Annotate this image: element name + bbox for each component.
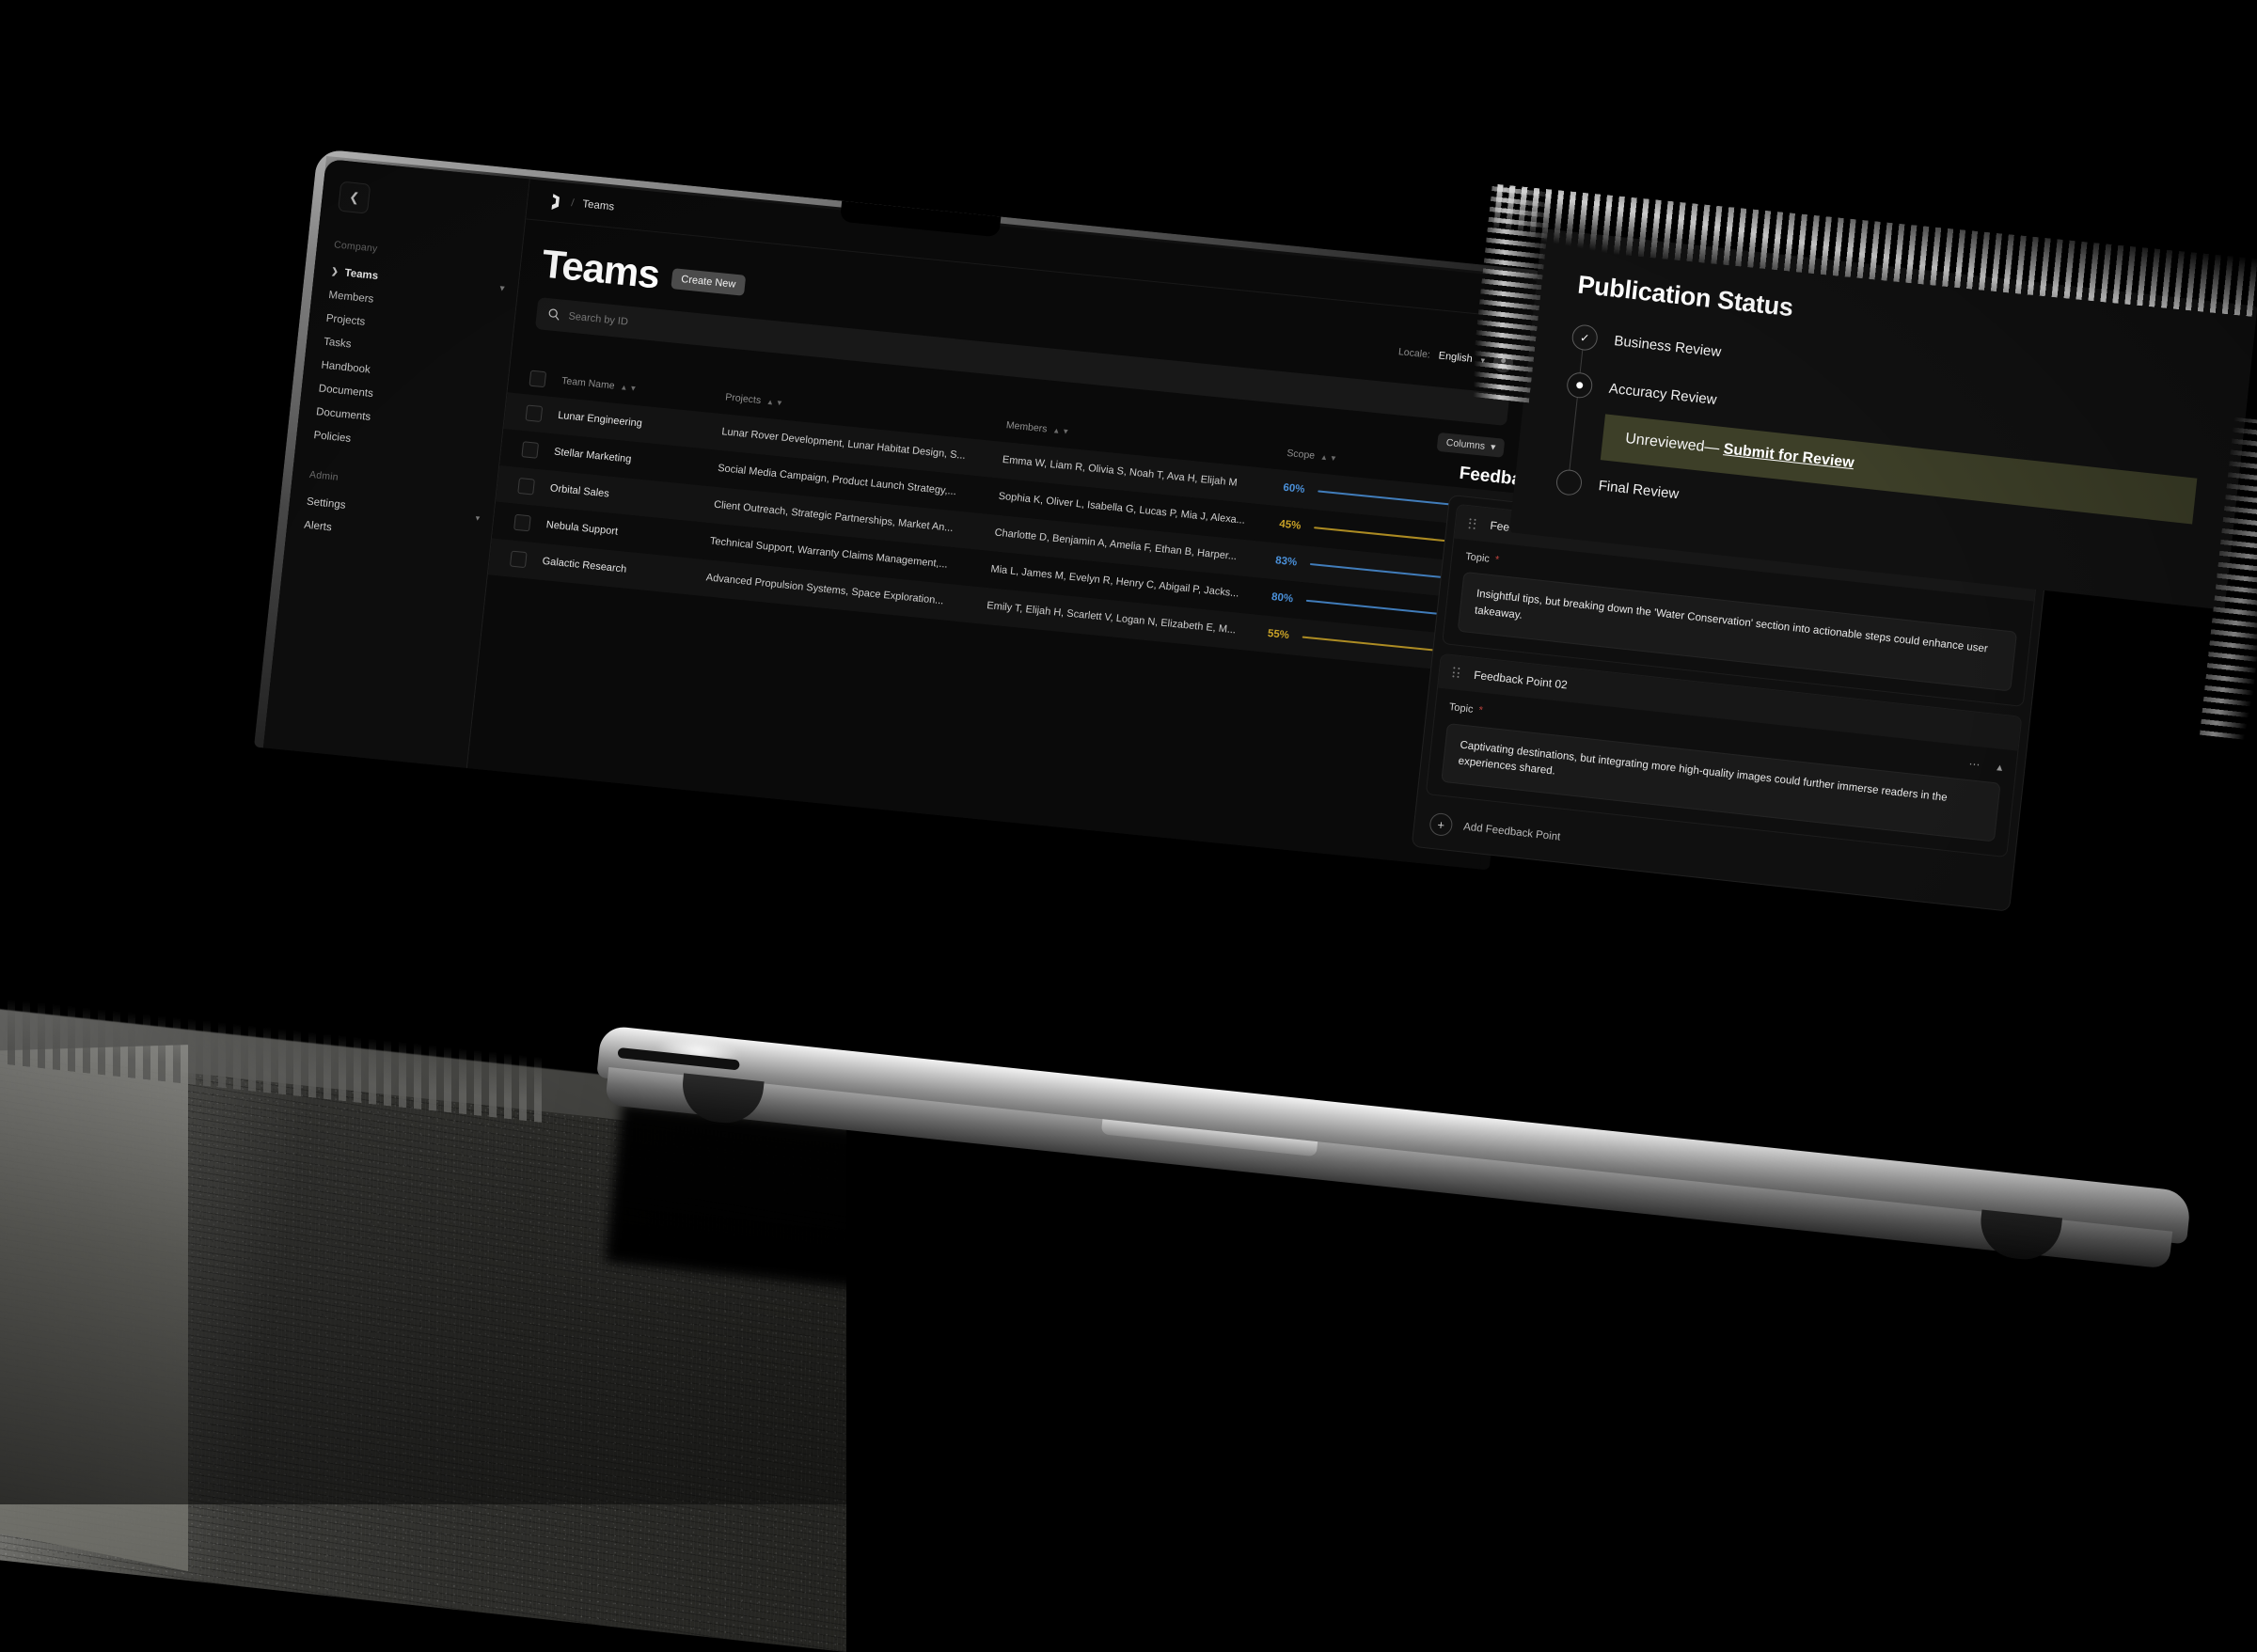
- sidebar-item-label: Settings: [306, 496, 347, 511]
- ellipsis-icon[interactable]: ⋯: [1968, 757, 1981, 771]
- cell-team-name: Galactic Research: [542, 556, 627, 575]
- sidebar-collapse-button[interactable]: ❮: [338, 181, 371, 214]
- required-asterisk: *: [1494, 554, 1500, 566]
- header-right-controls: Locale: English ▾: [1397, 342, 1515, 373]
- chevron-left-icon: ❮: [348, 189, 360, 205]
- cell-team-name: Stellar Marketing: [553, 446, 632, 465]
- sidebar-item-label: Projects: [325, 312, 366, 328]
- row-checkbox[interactable]: [513, 513, 531, 531]
- topic-label: Topic: [1464, 551, 1491, 565]
- card-dither-right-edge: [2199, 417, 2257, 741]
- pedestal-side-face: [0, 1020, 188, 1571]
- avatar[interactable]: [1492, 351, 1515, 373]
- step-label: Final Review: [1597, 478, 1681, 503]
- row-checkbox[interactable]: [521, 440, 540, 459]
- plus-circle-icon: +: [1428, 811, 1454, 838]
- filled-dot-icon: [1565, 370, 1594, 400]
- sort-asc-desc-icon[interactable]: ▲▼: [766, 397, 786, 407]
- column-header-label: Members: [1005, 419, 1049, 435]
- row-checkbox[interactable]: [509, 550, 528, 568]
- chevron-right-icon: ❯: [330, 266, 339, 276]
- sort-asc-desc-icon[interactable]: ▲▼: [620, 383, 639, 393]
- sidebar-item-label: Policies: [312, 429, 352, 445]
- scope-value: 45%: [1278, 518, 1302, 532]
- sidebar-item-label: Documents: [318, 382, 374, 400]
- row-checkbox[interactable]: [525, 404, 544, 422]
- laptop-screen: ❮ Company ❯ Teams ▾ Members Projects Tas…: [253, 149, 1554, 871]
- empty-circle-icon: [1555, 468, 1584, 497]
- scope-value: 60%: [1282, 481, 1306, 496]
- submit-for-review-link[interactable]: Submit for Review: [1723, 441, 1855, 471]
- page-title: Teams: [539, 241, 662, 297]
- required-asterisk: *: [1477, 704, 1484, 716]
- scope-value: 55%: [1267, 628, 1290, 642]
- chevron-down-icon: ▾: [475, 512, 481, 524]
- drag-handle-icon[interactable]: [1452, 667, 1460, 679]
- chevron-up-icon[interactable]: ▴: [1997, 760, 2004, 774]
- column-header-label: Scope: [1286, 448, 1316, 462]
- sidebar-item-label: Teams: [344, 267, 379, 282]
- breadcrumb-separator: /: [570, 197, 576, 210]
- laptop-bezel: ❮ Company ❯ Teams ▾ Members Projects Tas…: [253, 149, 1554, 871]
- sort-asc-desc-icon[interactable]: ▲▼: [1052, 426, 1072, 436]
- main-content: / Teams Teams Create New Locale: English…: [466, 179, 1543, 870]
- sidebar-item-label: Alerts: [303, 519, 333, 533]
- locale-label: Locale:: [1397, 346, 1431, 361]
- cell-team-name: Lunar Engineering: [557, 409, 643, 430]
- cell-team-name: Orbital Sales: [549, 482, 610, 500]
- search-icon: [548, 308, 560, 321]
- topic-label: Topic: [1448, 700, 1475, 716]
- scope-value: 80%: [1271, 591, 1294, 606]
- scope-value: 83%: [1274, 555, 1298, 569]
- sidebar-item-label: Tasks: [323, 336, 353, 351]
- callout-status-text: Unreviewed—: [1624, 430, 1721, 457]
- chevron-down-icon: ▾: [499, 283, 505, 293]
- check-icon: ✓: [1570, 323, 1600, 352]
- select-all-checkbox[interactable]: [529, 370, 547, 387]
- locale-value[interactable]: English: [1438, 351, 1473, 366]
- cell-team-name: Nebula Support: [545, 519, 619, 538]
- search-input-placeholder[interactable]: Search by ID: [568, 310, 629, 327]
- topic-actions: ⋯ ▴: [1968, 757, 2003, 774]
- breadcrumb-current[interactable]: Teams: [582, 198, 615, 212]
- chevron-down-icon: ▾: [1490, 441, 1496, 453]
- feedback-item-name: Feedback Point 02: [1473, 668, 1569, 692]
- mockup-scene: ❮ Company ❯ Teams ▾ Members Projects Tas…: [0, 0, 2257, 1652]
- publication-steps: ✓ Business Review Accuracy Review Unrevi…: [1555, 323, 2207, 562]
- app-viewport: ❮ Company ❯ Teams ▾ Members Projects Tas…: [262, 158, 1543, 870]
- logo-mark-icon[interactable]: [548, 193, 564, 210]
- drag-handle-icon[interactable]: [1468, 517, 1476, 529]
- sidebar-item-label: Documents: [315, 405, 371, 423]
- add-feedback-point-label: Add Feedback Point: [1462, 821, 1561, 843]
- sidebar-item-label: Handbook: [320, 359, 371, 376]
- row-checkbox[interactable]: [517, 477, 535, 496]
- chevron-down-icon[interactable]: ▾: [1480, 355, 1486, 366]
- create-new-button[interactable]: Create New: [671, 267, 747, 296]
- column-header-label: Team Name: [560, 375, 616, 392]
- user-avatar-icon: [1497, 357, 1507, 369]
- sidebar-item-label: Members: [327, 289, 374, 306]
- column-header-label: Projects: [724, 391, 762, 407]
- columns-button-label: Columns: [1445, 436, 1486, 452]
- sort-asc-desc-icon[interactable]: ▲▼: [1320, 452, 1340, 463]
